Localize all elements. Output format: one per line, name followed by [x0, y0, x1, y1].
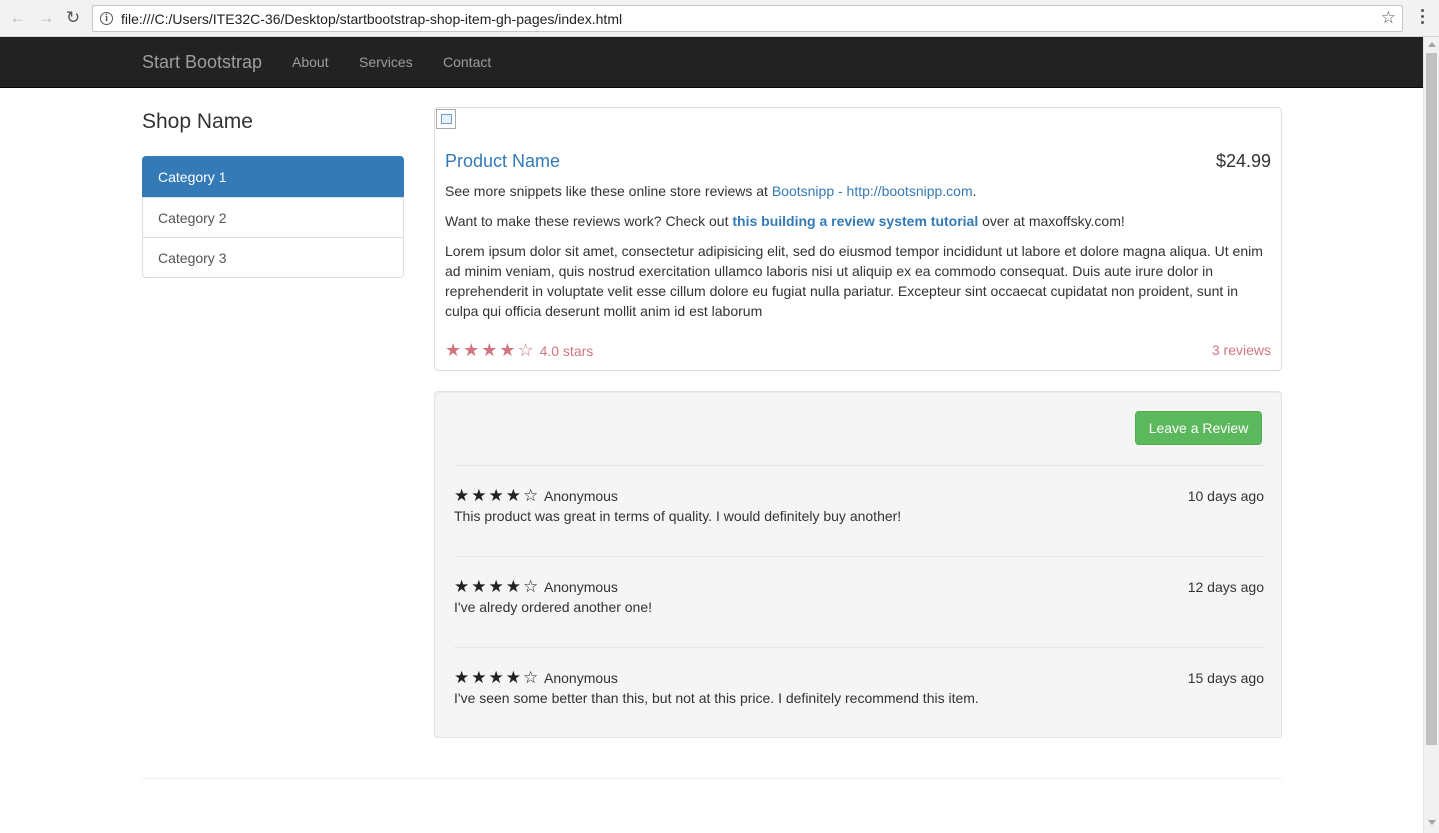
nav-link-contact[interactable]: Contact [443, 54, 491, 70]
product-description: Lorem ipsum dolor sit amet, consectetur … [445, 243, 1263, 319]
bookmark-star-icon[interactable]: ☆ [1381, 8, 1396, 28]
review-stars-icon: ★★★★☆ [454, 668, 541, 687]
category-item-3[interactable]: Category 3 [142, 237, 404, 278]
review-text: I've alredy ordered another one! [454, 599, 653, 615]
category-list: Category 1 Category 2 Category 3 [142, 156, 404, 278]
reviews-count: 3 reviews [1211, 342, 1271, 358]
navbar-brand[interactable]: Start Bootstrap [142, 52, 262, 73]
address-bar[interactable]: i file:///C:/Users/ITE32C-36/Desktop/sta… [92, 5, 1403, 32]
product-price: $24.99 [1215, 151, 1271, 171]
scroll-down-icon[interactable] [1428, 820, 1436, 825]
product-card: Product Name $24.99 See more snippets li… [434, 107, 1282, 371]
review-item: ★★★★☆ Anonymous 15 days ago I've seen so… [454, 668, 1264, 712]
info-icon[interactable]: i [100, 12, 113, 25]
reload-icon[interactable]: ↻ [63, 8, 83, 28]
review-date: 15 days ago [1187, 670, 1264, 686]
review-item: ★★★★☆ Anonymous 12 days ago I've alredy … [454, 577, 1264, 621]
divider [454, 647, 1264, 648]
divider [454, 465, 1264, 466]
review-stars-icon: ★★★★☆ [454, 486, 541, 505]
review-author: Anonymous [544, 579, 618, 595]
snippet-paragraph: See more snippets like these online stor… [445, 181, 1273, 201]
footer-divider [142, 778, 1282, 779]
scroll-up-icon[interactable] [1428, 42, 1436, 47]
browser-toolbar: ← → ↻ i file:///C:/Users/ITE32C-36/Deskt… [0, 0, 1439, 37]
rating-stars-icon: ★★★★☆ [445, 340, 536, 360]
back-arrow-icon[interactable]: ← [8, 8, 28, 28]
review-text: This product was great in terms of quali… [454, 508, 902, 524]
product-rating: ★★★★☆ 4.0 stars [445, 340, 593, 361]
review-text: I've seen some better than this, but not… [454, 690, 979, 706]
vertical-scrollbar[interactable] [1423, 37, 1439, 833]
review-item: ★★★★☆ Anonymous 10 days ago This product… [454, 486, 1264, 530]
shop-name-heading: Shop Name [142, 110, 253, 133]
review-date: 10 days ago [1187, 488, 1264, 504]
forward-arrow-icon[interactable]: → [36, 8, 56, 28]
product-name-link[interactable]: Product Name [445, 151, 560, 172]
review-stars-icon: ★★★★☆ [454, 577, 541, 596]
kebab-menu-icon[interactable] [1416, 9, 1428, 29]
snippet-suffix: . [972, 183, 977, 199]
url-text[interactable]: file:///C:/Users/ITE32C-36/Desktop/start… [121, 11, 622, 27]
review-author: Anonymous [544, 670, 618, 686]
divider [454, 556, 1264, 557]
broken-image-icon [436, 109, 456, 129]
category-item-2[interactable]: Category 2 [142, 197, 404, 238]
category-item-1[interactable]: Category 1 [142, 156, 404, 198]
review-author: Anonymous [544, 488, 618, 504]
tutorial-prefix: Want to make these reviews work? Check o… [445, 213, 733, 229]
tutorial-link[interactable]: this building a review system tutorial [732, 213, 978, 229]
nav-link-services[interactable]: Services [359, 54, 413, 70]
reviews-panel: Leave a Review ★★★★☆ Anonymous 10 days a… [434, 391, 1282, 738]
nav-link-about[interactable]: About [292, 54, 329, 70]
snippet-prefix: See more snippets like these online stor… [445, 183, 772, 199]
scroll-thumb[interactable] [1426, 53, 1437, 745]
rating-text: 4.0 stars [539, 343, 594, 359]
bootsnipp-link[interactable]: Bootsnipp - http://bootsnipp.com [772, 183, 973, 199]
tutorial-paragraph: Want to make these reviews work? Check o… [445, 211, 1273, 231]
review-date: 12 days ago [1187, 579, 1264, 595]
tutorial-suffix: over at maxoffsky.com! [978, 213, 1125, 229]
top-navbar: Start Bootstrap About Services Contact [0, 37, 1423, 88]
leave-review-button[interactable]: Leave a Review [1135, 411, 1262, 445]
